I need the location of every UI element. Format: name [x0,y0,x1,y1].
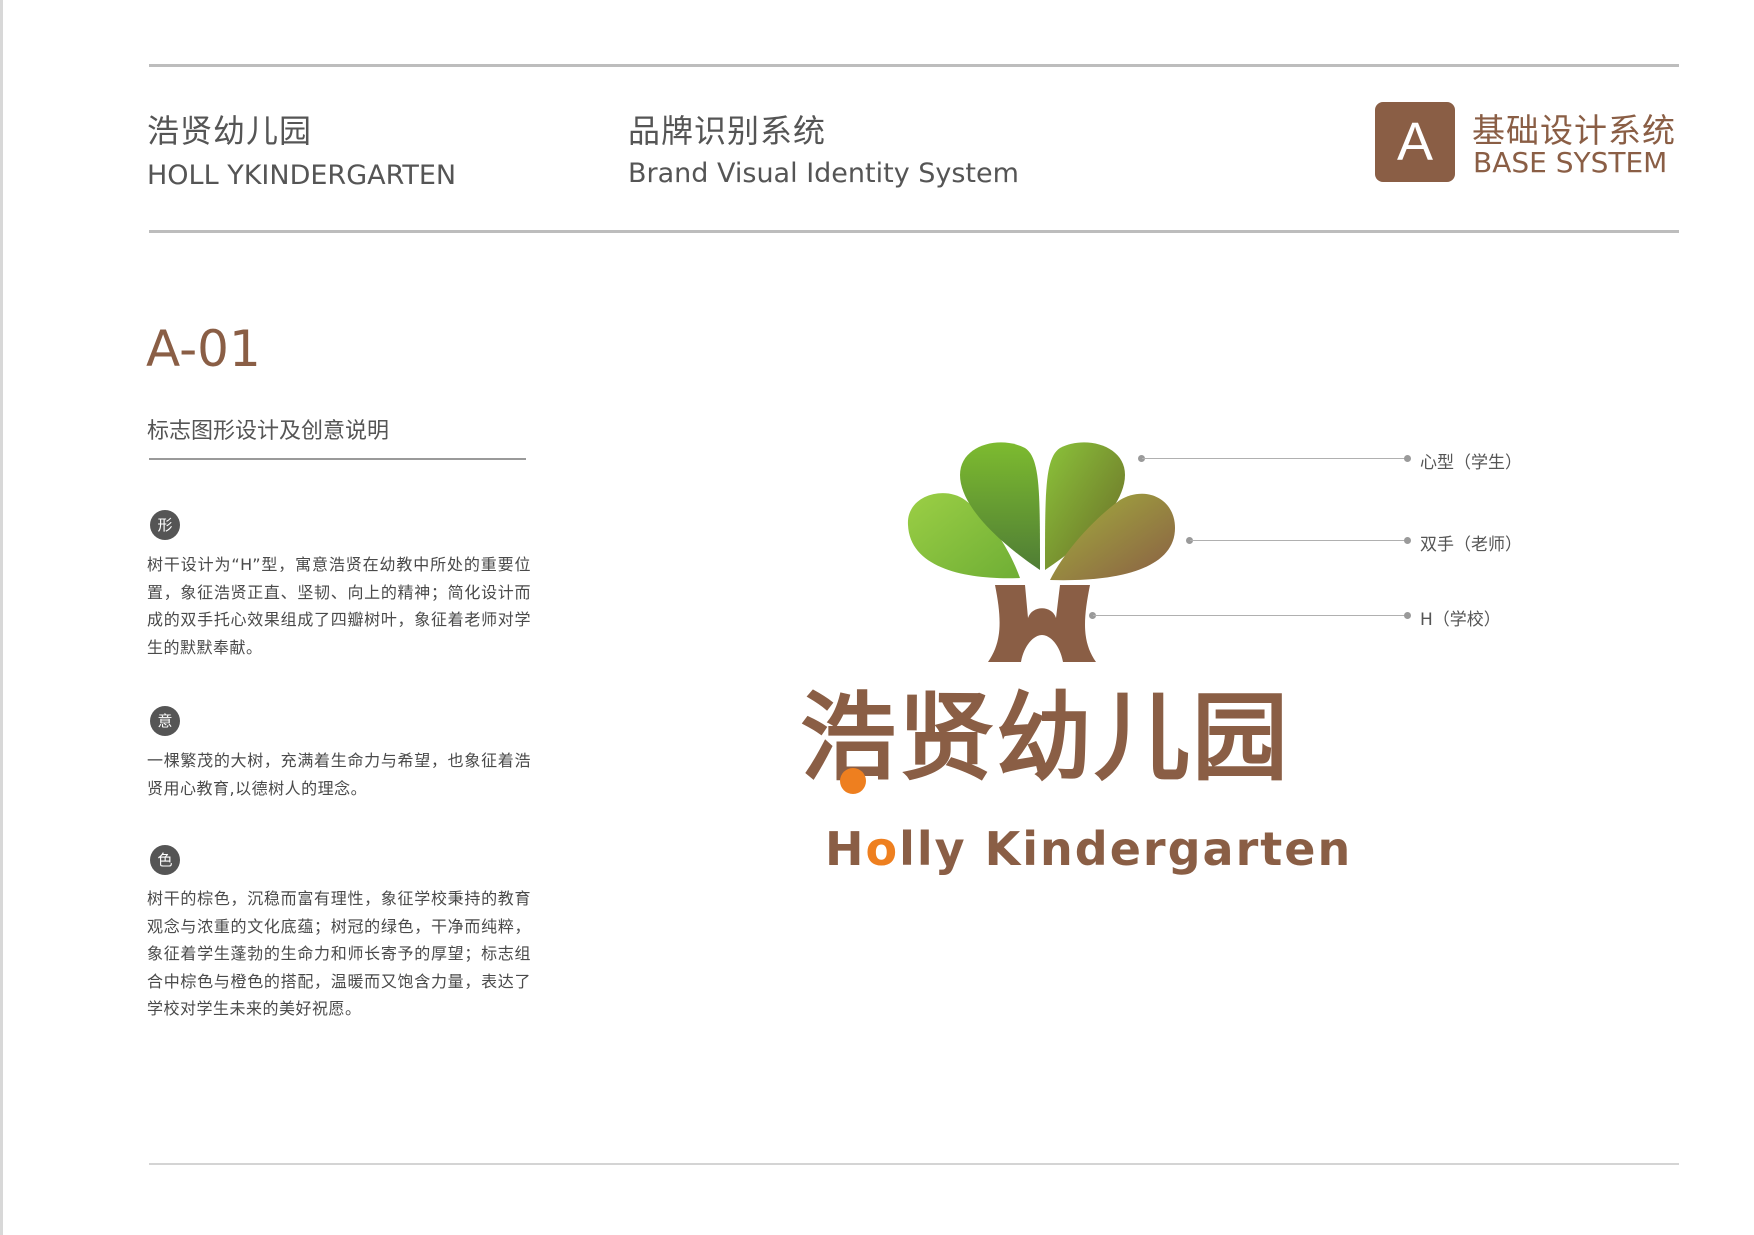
callout-line-heart [1142,458,1407,459]
callout-line-hands [1190,540,1407,541]
logo-en-o-orange: o [865,822,900,876]
logo-en-rest: lly Kindergarten [899,822,1353,876]
logo-name-cn-text: 浩贤幼儿园 [800,682,1290,794]
section-badge: A [1375,102,1455,182]
callout-label-hands: 双手（老师） [1420,535,1522,555]
meaning-section-icon: 意 [150,706,180,736]
shape-section-text: 树干设计为“H”型，寓意浩贤在幼教中所处的重要位置，象征浩贤正直、坚韧、向上的精… [147,555,531,657]
base-system-en: BASE SYSTEM [1473,146,1668,179]
page-edge [0,0,3,1235]
callout-end-dot-heart [1404,455,1411,462]
base-system-cn: 基础设计系统 [1472,111,1676,150]
logo-name-en: Holly Kindergarten [825,822,1352,876]
orange-dot-icon [840,768,866,794]
bottom-divider [149,1163,1679,1165]
callout-end-dot-h [1404,612,1411,619]
page-code: A-01 [146,320,261,378]
trunk-heart-hole [1033,579,1051,597]
top-divider [149,64,1679,67]
callout-label-heart: 心型（学生） [1420,453,1522,473]
logo-name-cn: 浩贤幼儿园 [800,690,1290,794]
tree-logo-icon [907,442,1175,662]
callout-line-h [1093,615,1407,616]
shape-section-icon: 形 [150,510,180,540]
callout-label-h: H（学校） [1420,610,1501,630]
color-section-icon: 色 [150,845,180,875]
callout-end-dot-hands [1404,537,1411,544]
system-title-en: Brand Visual Identity System [628,158,1019,189]
school-name-cn: 浩贤幼儿园 [147,112,313,150]
color-section-text: 树干的棕色，沉稳而富有理性，象征学校秉持的教育观念与浓重的文化底蕴；树冠的绿色，… [147,889,531,1018]
subtitle-underline [149,458,526,460]
school-name-en: HOLL YKINDERGARTEN [147,160,457,191]
header-divider [149,230,1679,233]
meaning-section-text: 一棵繁茂的大树，充满着生命力与希望，也象征着浩贤用心教育,以德树人的理念。 [147,751,531,798]
logo-en-h: H [825,822,866,876]
system-title-cn: 品牌识别系统 [628,112,827,150]
page-subtitle: 标志图形设计及创意说明 [147,419,390,444]
